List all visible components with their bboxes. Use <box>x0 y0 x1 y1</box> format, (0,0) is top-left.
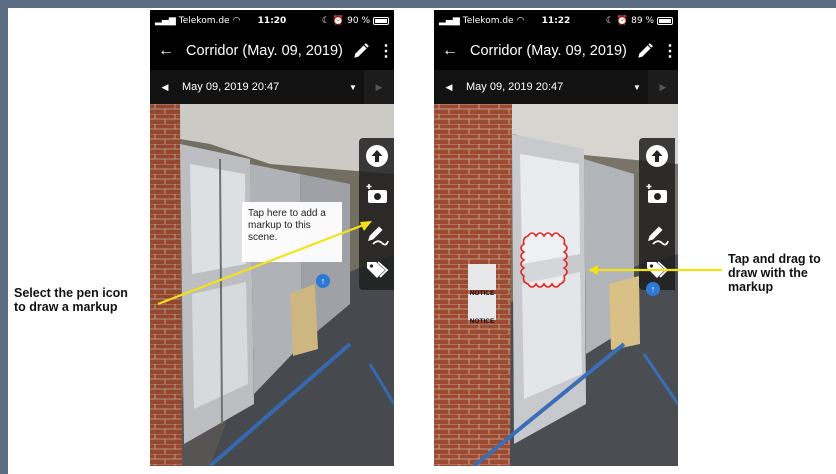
notice-sign: NOTICE <box>469 290 495 297</box>
status-time: 11:22 <box>541 16 571 26</box>
caret-right-icon[interactable]: ▶ <box>648 70 678 104</box>
wifi-icon: ◠ <box>516 16 525 26</box>
wifi-icon: ◠ <box>232 16 241 26</box>
callout-tap-drag: Tap and drag to draw with the markup <box>728 252 821 294</box>
capture-date[interactable]: May 09, 2019 20:47 <box>180 81 342 93</box>
add-photo-icon[interactable] <box>365 182 389 206</box>
date-selector: ◀ May 09, 2019 20:47 ▼ ▶ <box>434 70 678 104</box>
status-time: 11:20 <box>257 16 287 26</box>
phone-screenshot-left: ▂▄▆ Telekom.de ◠ 11:20 ☾ ⏰ 90 % ← Corrid… <box>150 10 394 466</box>
arrow-left-icon[interactable]: ← <box>158 42 180 60</box>
caret-down-icon[interactable]: ▼ <box>626 83 648 92</box>
kebab-menu-icon[interactable]: ⋮ <box>378 41 394 61</box>
tags-icon[interactable] <box>365 258 389 282</box>
battery-label: 90 % <box>347 16 370 26</box>
status-bar: ▂▄▆ Telekom.de ◠ 11:20 ☾ ⏰ 90 % <box>150 10 394 32</box>
signal-icon: ▂▄▆ <box>155 16 176 26</box>
caret-left-icon[interactable]: ◀ <box>434 82 464 93</box>
markup-pen-icon[interactable] <box>365 222 389 246</box>
alarm-icon: ⏰ <box>616 16 629 26</box>
scene-toolbar <box>639 138 675 290</box>
battery-icon <box>657 17 673 25</box>
navigation-hotspot[interactable]: ↑ <box>316 274 330 288</box>
kebab-menu-icon[interactable]: ⋮ <box>662 41 678 61</box>
arrow-left-icon[interactable]: ← <box>442 42 464 60</box>
app-bar: ← Corridor (May. 09, 2019) ⋮ <box>150 32 394 70</box>
battery-label: 89 % <box>631 16 654 26</box>
carrier-label: Telekom.de <box>462 16 514 26</box>
status-bar: ▂▄▆ Telekom.de ◠ 11:22 ☾ ⏰ 89 % <box>434 10 678 32</box>
capture-date[interactable]: May 09, 2019 20:47 <box>464 81 626 93</box>
scene-title: Corridor (May. 09, 2019) <box>470 43 627 59</box>
caret-down-icon[interactable]: ▼ <box>342 83 364 92</box>
markup-pen-icon[interactable] <box>645 222 669 246</box>
caret-left-icon[interactable]: ◀ <box>150 82 180 93</box>
upload-arrow-icon[interactable] <box>365 144 389 168</box>
moon-icon: ☾ <box>321 16 330 26</box>
markup-cloud-shape[interactable] <box>520 232 568 288</box>
navigation-hotspot[interactable]: ↑ <box>646 282 660 296</box>
caret-right-icon[interactable]: ▶ <box>364 70 394 104</box>
scene-photo[interactable] <box>150 104 394 466</box>
battery-icon <box>373 17 389 25</box>
scene-toolbar <box>359 138 394 290</box>
signal-icon: ▂▄▆ <box>439 16 460 26</box>
scene-title: Corridor (May. 09, 2019) <box>186 43 343 59</box>
upload-arrow-icon[interactable] <box>645 144 669 168</box>
app-bar: ← Corridor (May. 09, 2019) ⋮ <box>434 32 678 70</box>
page-background <box>8 8 836 474</box>
date-selector: ◀ May 09, 2019 20:47 ▼ ▶ <box>150 70 394 104</box>
markup-tooltip: Tap here to add a markup to this scene. <box>242 202 342 262</box>
phone-screenshot-right: ▂▄▆ Telekom.de ◠ 11:22 ☾ ⏰ 89 % ← Corrid… <box>434 10 678 466</box>
moon-icon: ☾ <box>605 16 614 26</box>
callout-select-pen: Select the pen icon to draw a markup <box>14 286 128 314</box>
add-photo-icon[interactable] <box>645 182 669 206</box>
pencil-icon[interactable] <box>636 42 654 60</box>
tags-icon[interactable] <box>645 258 669 282</box>
carrier-label: Telekom.de <box>178 16 230 26</box>
pencil-icon[interactable] <box>352 42 370 60</box>
alarm-icon: ⏰ <box>332 16 345 26</box>
notice-sign: NOTICE <box>469 318 495 325</box>
